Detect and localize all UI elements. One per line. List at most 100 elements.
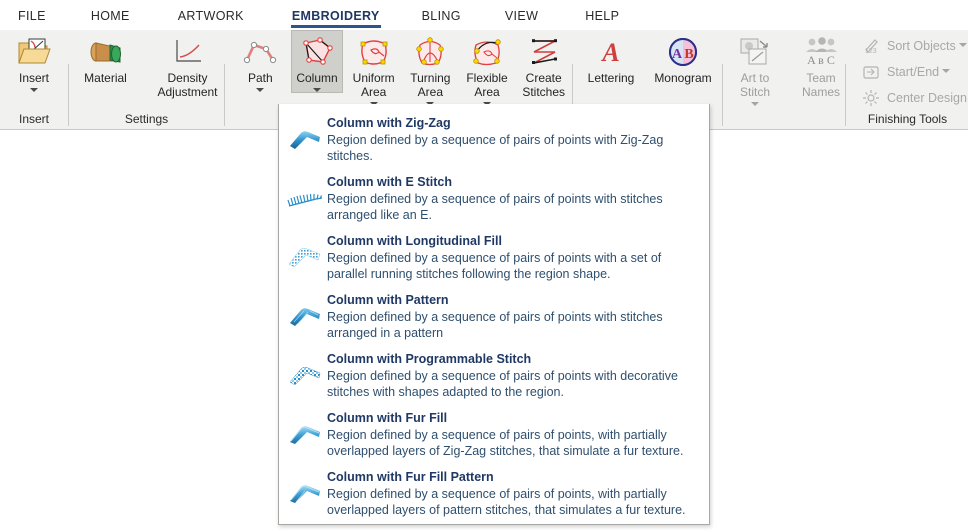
chevron-down-icon[interactable] <box>313 88 321 92</box>
insert-button-label: Insert <box>18 71 49 85</box>
menu-item-title: Column with Programmable Stitch <box>327 352 532 366</box>
insert-folder-icon <box>16 35 52 69</box>
menu-item-column-with-fur-fill-pattern[interactable]: Column with Fur Fill Pattern Region defi… <box>279 464 709 523</box>
chevron-down-icon[interactable] <box>30 88 38 92</box>
tab-file[interactable]: FILE <box>18 9 46 30</box>
menu-item-description: Region defined by a sequence of pairs of… <box>327 369 678 399</box>
insert-button[interactable]: Insert <box>3 30 65 93</box>
center-design-command[interactable]: Center Design <box>861 86 967 110</box>
ribbon-group-tools: Art to Stitch A в C Team Names <box>724 30 852 129</box>
turning-area-button-label: Turning Area <box>410 71 451 99</box>
team-names-button-label: Team Names <box>801 71 840 99</box>
sort-objects-icon: 123 <box>861 36 881 56</box>
chevron-down-icon[interactable] <box>256 88 265 92</box>
svg-text:A: A <box>672 47 683 62</box>
menu-item-description: Region defined by a sequence of pairs of… <box>327 133 664 163</box>
art-to-stitch-icon <box>737 35 773 69</box>
uniform-area-button[interactable]: Uniform Area <box>347 30 400 107</box>
menu-item-column-with-zig-zag[interactable]: Column with Zig-Zag Region defined by a … <box>279 110 709 169</box>
column-icon <box>297 35 337 69</box>
density-adjustment-button-label: Density Adjustment <box>157 71 218 99</box>
menu-item-text: Column with Fur Fill Region defined by a… <box>327 410 701 459</box>
tab-artwork[interactable]: ARTWORK <box>178 9 244 30</box>
monogram-button-label: Monogram <box>654 71 712 85</box>
menu-item-description: Region defined by a sequence of pairs of… <box>327 192 663 222</box>
path-icon <box>240 35 280 69</box>
turning-area-icon <box>410 35 450 69</box>
column-programmable-stitch-icon <box>283 355 327 395</box>
column-dropdown-menu: Column with Zig-Zag Region defined by a … <box>278 104 710 525</box>
lettering-button-label: Lettering <box>587 71 635 85</box>
menu-item-column-with-fur-fill[interactable]: Column with Fur Fill Region defined by a… <box>279 405 709 464</box>
chevron-down-icon[interactable] <box>942 69 951 73</box>
path-button[interactable]: Path <box>234 30 287 93</box>
menu-item-title: Column with E Stitch <box>327 175 452 189</box>
menu-item-text: Column with Pattern Region defined by a … <box>327 292 701 341</box>
center-design-label: Center Design <box>887 91 967 105</box>
chevron-down-icon[interactable] <box>751 102 759 106</box>
menu-item-text: Column with Programmable Stitch Region d… <box>327 351 701 400</box>
menu-item-column-with-pattern[interactable]: Column with Pattern Region defined by a … <box>279 287 709 346</box>
ribbon-group-insert: Insert Insert <box>0 30 68 129</box>
svg-text:A: A <box>600 38 619 67</box>
material-button[interactable]: Material <box>73 30 139 86</box>
flexible-area-button[interactable]: Flexible Area <box>461 30 514 107</box>
column-longitudinal-fill-icon <box>283 237 327 277</box>
menu-item-description: Region defined by a sequence of pairs of… <box>327 251 662 281</box>
ribbon-group-settings: Material Density Adjustment Settings <box>69 30 224 129</box>
sort-objects-command[interactable]: 123 Sort Objects <box>861 34 967 58</box>
turning-area-button[interactable]: Turning Area <box>404 30 457 107</box>
lettering-a-icon: A <box>595 35 627 69</box>
uniform-area-icon <box>354 35 394 69</box>
team-names-icon: A в C <box>803 35 839 69</box>
menu-item-column-with-e-stitch[interactable]: Column with E Stitch Region defined by a… <box>279 169 709 228</box>
start-end-command[interactable]: Start/End <box>861 60 967 84</box>
finishing-tools-command-list: 123 Sort Objects Start/End Center Design <box>861 34 967 110</box>
menu-item-column-with-programmable-stitch[interactable]: Column with Programmable Stitch Region d… <box>279 346 709 405</box>
monogram-ab-icon: A B <box>666 35 700 69</box>
material-thread-spool-icon <box>86 35 126 69</box>
density-curve-icon <box>171 35 205 69</box>
start-end-icon <box>861 62 881 82</box>
art-to-stitch-button[interactable]: Art to Stitch <box>724 30 786 107</box>
menu-item-title: Column with Zig-Zag <box>327 116 451 130</box>
menu-item-title: Column with Pattern <box>327 293 449 307</box>
sort-objects-label: Sort Objects <box>887 39 956 53</box>
column-button[interactable]: Column <box>290 30 344 93</box>
ribbon-group-finishing-tools-title: Finishing Tools <box>867 112 948 126</box>
tab-help[interactable]: HELP <box>585 9 619 30</box>
menu-item-description: Region defined by a sequence of pairs of… <box>327 428 684 458</box>
menu-item-text: Column with Fur Fill Pattern Region defi… <box>327 469 701 518</box>
team-names-button[interactable]: A в C Team Names <box>790 30 852 100</box>
lettering-button[interactable]: A Lettering <box>578 30 644 86</box>
create-stitches-button-label: Create Stitches <box>522 71 566 99</box>
menu-item-column-with-longitudinal-fill[interactable]: Column with Longitudinal Fill Region def… <box>279 228 709 287</box>
ribbon-group-insert-title: Insert <box>18 112 49 126</box>
tab-view[interactable]: VIEW <box>505 9 538 30</box>
start-end-label: Start/End <box>887 65 940 79</box>
menu-item-title: Column with Fur Fill Pattern <box>327 470 494 484</box>
ribbon-divider <box>722 64 723 126</box>
create-stitches-button[interactable]: Create Stitches <box>517 30 570 100</box>
menu-item-description: Region defined by a sequence of pairs of… <box>327 310 663 340</box>
create-stitches-icon <box>524 35 564 69</box>
art-to-stitch-button-label: Art to Stitch <box>739 71 770 99</box>
svg-text:A в C: A в C <box>807 53 835 67</box>
center-design-icon <box>861 88 881 108</box>
density-adjustment-button[interactable]: Density Adjustment <box>155 30 221 100</box>
column-button-label: Column <box>296 71 338 85</box>
tab-home[interactable]: HOME <box>91 9 130 30</box>
chevron-down-icon[interactable] <box>958 43 967 47</box>
monogram-button[interactable]: A B Monogram <box>650 30 716 86</box>
svg-text:123: 123 <box>865 48 877 55</box>
flexible-area-button-label: Flexible Area <box>466 71 508 99</box>
column-e-stitch-icon <box>283 178 327 218</box>
tab-bling[interactable]: BLING <box>422 9 461 30</box>
flexible-area-icon <box>467 35 507 69</box>
ribbon-tab-bar: FILE HOME ARTWORK EMBROIDERY BLING VIEW … <box>0 0 968 30</box>
menu-item-title: Column with Longitudinal Fill <box>327 234 502 248</box>
tab-embroidery[interactable]: EMBROIDERY <box>290 9 381 30</box>
menu-item-title: Column with Fur Fill <box>327 411 448 425</box>
ribbon-group-finishing-tools: 123 Sort Objects Start/End Center Design… <box>847 30 968 129</box>
material-button-label: Material <box>84 71 127 85</box>
